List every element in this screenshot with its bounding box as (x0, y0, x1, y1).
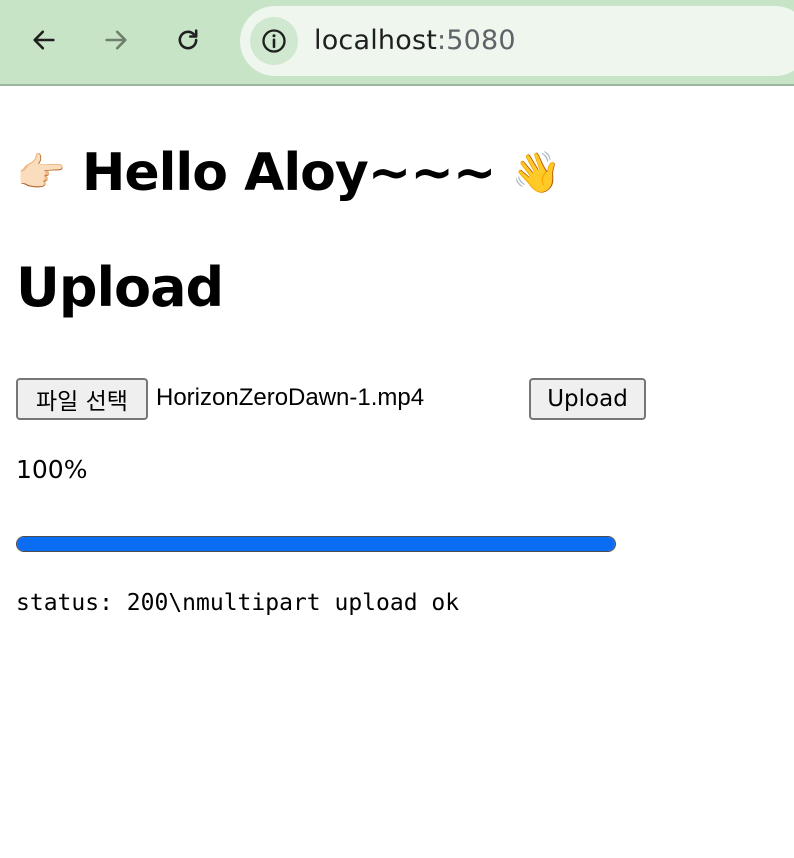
selected-file-name: HorizonZeroDawn-1.mp4 (156, 384, 425, 411)
url-port: :5080 (437, 25, 516, 56)
reload-icon (178, 29, 198, 50)
waving-hand-icon: 👋 (511, 150, 562, 196)
pointing-hand-icon: 👉🏻 (16, 150, 66, 196)
forward-button[interactable] (94, 18, 138, 62)
upload-button[interactable]: Upload (529, 378, 646, 420)
status-message: status: 200\nmultipart upload ok (16, 590, 460, 616)
back-button[interactable] (22, 18, 66, 62)
reload-button[interactable] (166, 18, 210, 62)
address-bar[interactable]: localhost:5080 (240, 6, 794, 76)
greeting-text: Hello Aloy~~~ (81, 143, 497, 203)
upload-progress-bar (16, 536, 616, 552)
site-info-button[interactable] (250, 17, 298, 65)
info-icon (262, 29, 286, 53)
progress-fill (17, 537, 615, 551)
url-text[interactable]: localhost:5080 (314, 25, 516, 56)
arrow-right-icon (105, 30, 127, 50)
url-host: localhost (314, 25, 437, 56)
upload-form: 파일 선택 HorizonZeroDawn-1.mp4 Upload (16, 378, 656, 422)
greeting-heading: 👉🏻 Hello Aloy~~~ 👋 (16, 138, 561, 208)
browser-toolbar: localhost:5080 (0, 0, 794, 86)
choose-file-button[interactable]: 파일 선택 (16, 378, 148, 420)
arrow-left-icon (33, 30, 55, 50)
progress-percent: 100% (16, 455, 88, 484)
section-title: Upload (16, 256, 224, 319)
